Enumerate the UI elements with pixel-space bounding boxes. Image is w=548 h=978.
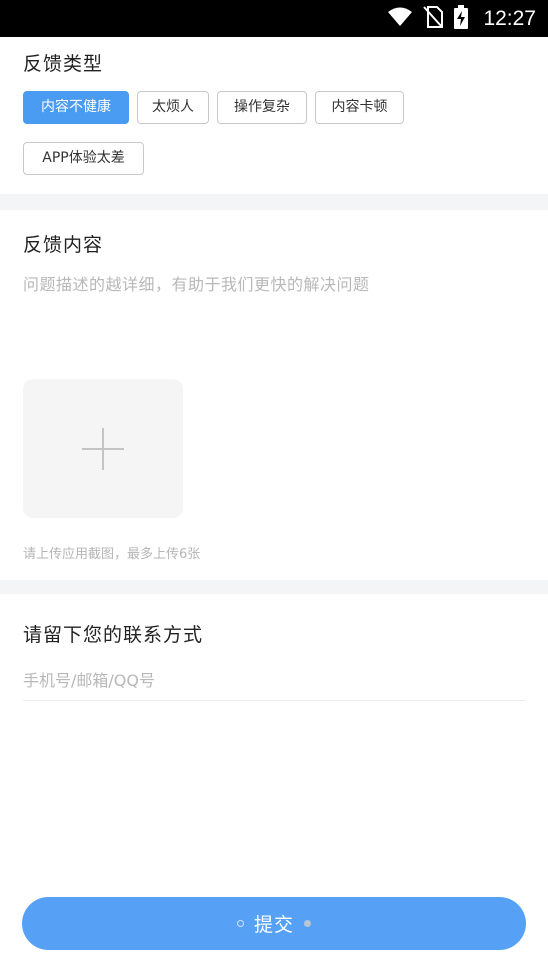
tag-unhealthy-content[interactable]: 内容不健康: [23, 91, 129, 124]
tag-annoying[interactable]: 太烦人: [137, 91, 209, 124]
tag-complex-operation[interactable]: 操作复杂: [217, 91, 307, 124]
status-bar: 12:27: [0, 0, 548, 37]
tag-poor-app-experience[interactable]: APP体验太差: [23, 142, 144, 175]
section-divider: [0, 194, 548, 210]
status-icons: 12:27: [387, 0, 536, 37]
upload-hint: 请上传应用截图，最多上传6张: [23, 547, 201, 562]
feedback-content-textarea[interactable]: 问题描述的越详细，有助于我们更快的解决问题: [23, 271, 370, 295]
submit-button[interactable]: 提交: [22, 897, 526, 950]
submit-label: 提交: [253, 914, 294, 936]
feedback-type-section: 反馈类型 内容不健康 太烦人 操作复杂 内容卡顿 APP体验太差: [0, 37, 548, 194]
feedback-content-title: 反馈内容: [23, 234, 104, 256]
plus-icon: [80, 426, 126, 476]
wifi-icon: [387, 7, 413, 31]
upload-screenshot-button[interactable]: [23, 379, 183, 518]
status-time: 12:27: [483, 6, 536, 30]
section-divider: [0, 580, 548, 594]
feedback-type-title: 反馈类型: [23, 53, 104, 75]
no-sim-icon: [423, 5, 444, 32]
loading-dot-icon: [236, 920, 244, 927]
loading-dot-icon: [304, 920, 311, 927]
battery-charging-icon: [453, 4, 469, 33]
contact-title: 请留下您的联系方式: [23, 624, 204, 646]
tag-content-lag[interactable]: 内容卡顿: [315, 91, 404, 124]
contact-input[interactable]: [23, 660, 525, 701]
